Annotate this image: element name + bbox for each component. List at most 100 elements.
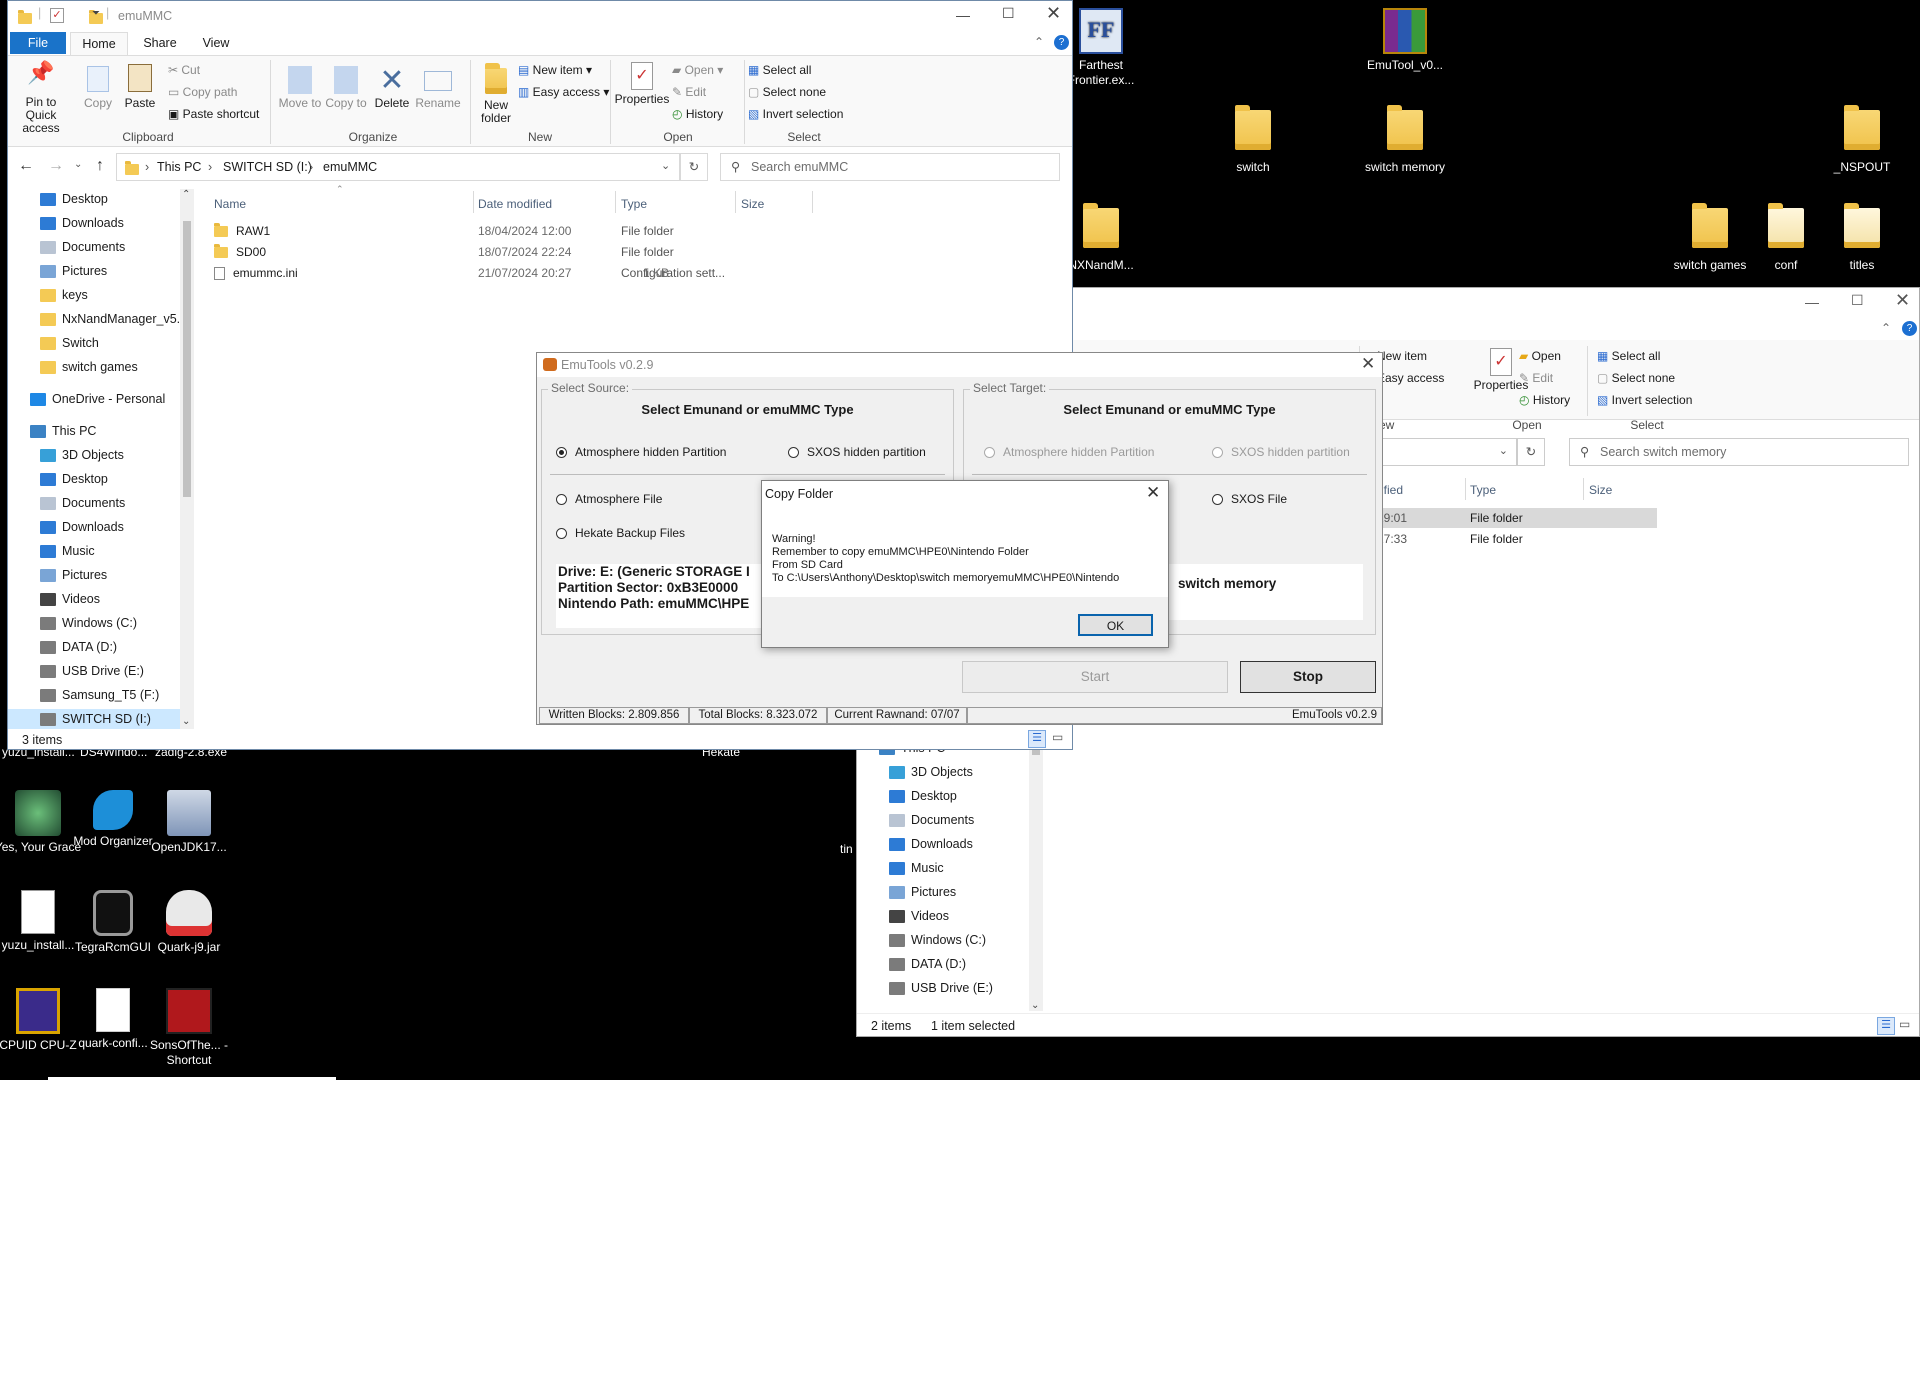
- navigation-pane[interactable]: This PC3D ObjectsDesktopDocumentsDownloa…: [857, 737, 1043, 1011]
- maximize-icon[interactable]: ☐: [1002, 5, 1015, 22]
- help-icon[interactable]: ?: [1054, 35, 1069, 50]
- sidebar-item[interactable]: Windows (C:): [40, 613, 137, 633]
- sidebar-item[interactable]: switch games: [40, 357, 138, 377]
- copy-to-button[interactable]: Copy to: [324, 66, 368, 110]
- search-input[interactable]: ⚲ Search switch memory: [1569, 438, 1909, 466]
- desktop-icon-sons-forest[interactable]: SonsOfThe... - Shortcut: [141, 988, 237, 1068]
- tab-file[interactable]: File: [10, 32, 66, 54]
- desktop-icon-quark-jar[interactable]: Quark-j9.jar: [141, 890, 237, 955]
- column-header-size[interactable]: Size: [1589, 483, 1612, 497]
- tab-view[interactable]: View: [192, 32, 240, 54]
- details-view-icon[interactable]: ☰: [1877, 1017, 1895, 1035]
- sidebar-item[interactable]: Videos: [40, 589, 100, 609]
- edit-button[interactable]: ✎ Edit: [672, 84, 706, 100]
- sidebar-item[interactable]: Downloads: [889, 834, 973, 854]
- sidebar-item[interactable]: 3D Objects: [40, 445, 124, 465]
- sidebar-item[interactable]: Pictures📌: [40, 261, 107, 281]
- select-all-button[interactable]: ▦ Select all: [1597, 348, 1660, 364]
- sidebar-item[interactable]: This PC: [30, 421, 96, 441]
- maximize-icon[interactable]: ☐: [1851, 292, 1864, 309]
- table-row[interactable]: 17:33 File folder: [1377, 529, 1657, 549]
- scrollbar-thumb[interactable]: [183, 221, 191, 497]
- copy-folder-dialog[interactable]: Copy Folder ✕ Warning! Remember to copy …: [761, 480, 1169, 648]
- sidebar-item[interactable]: DATA (D:): [889, 954, 966, 974]
- radio-unselected[interactable]: [1212, 494, 1223, 506]
- breadcrumb-switch-sd[interactable]: SWITCH SD (I:): [223, 160, 312, 174]
- sidebar-item[interactable]: Samsung_T5 (F:): [40, 685, 159, 705]
- sidebar-item[interactable]: NxNandManager_v5.2: [40, 309, 187, 329]
- column-header-type[interactable]: Type: [621, 197, 647, 211]
- new-folder-button[interactable]: New folder: [474, 62, 518, 125]
- new-item-button[interactable]: ▤ New item ▾: [518, 62, 592, 78]
- titlebar[interactable]: | ✓ ⏷ | emuMMC — ☐ ✕: [8, 1, 1072, 31]
- edit-button[interactable]: ✎ Edit: [1519, 370, 1553, 386]
- sidebar-item[interactable]: keys: [40, 285, 88, 305]
- chevron-up-icon[interactable]: ⌃: [1034, 35, 1044, 49]
- navigation-pane[interactable]: Desktop📌 Downloads📌 Documents📌 Pictures📌 key…: [8, 189, 194, 729]
- source-radio-atmosphere-partition[interactable]: Atmosphere hidden Partition: [556, 445, 726, 459]
- sidebar-item[interactable]: OneDrive - Personal: [30, 389, 165, 409]
- close-icon[interactable]: ✕: [1046, 3, 1061, 24]
- details-view-icon[interactable]: ☰: [1028, 730, 1046, 748]
- ok-button[interactable]: OK: [1078, 614, 1153, 636]
- cut-button[interactable]: ✂ Cut: [168, 62, 200, 78]
- history-button[interactable]: ◴ History: [1519, 392, 1570, 408]
- paste-button[interactable]: Paste: [120, 64, 160, 110]
- up-arrow-icon[interactable]: ↑: [96, 157, 104, 175]
- breadcrumb-this-pc[interactable]: This PC: [157, 160, 201, 174]
- select-none-button[interactable]: ▢ Select none: [1597, 370, 1675, 386]
- paste-shortcut-button[interactable]: ▣ Paste shortcut: [168, 106, 259, 122]
- open-button[interactable]: ▰ Open ▾: [672, 62, 723, 78]
- new-item-button[interactable]: New item: [1377, 348, 1427, 364]
- column-header-date[interactable]: ified: [1381, 483, 1403, 497]
- forward-arrow-icon[interactable]: →: [48, 157, 64, 175]
- large-icons-view-icon[interactable]: ▭: [1899, 1017, 1910, 1031]
- breadcrumb-emummc[interactable]: emuMMC: [323, 160, 377, 174]
- scroll-up-icon[interactable]: ⌃: [182, 189, 190, 200]
- search-input[interactable]: ⚲ Search emuMMC: [720, 153, 1060, 181]
- table-row[interactable]: RAW1 18/04/2024 12:00 File folder: [214, 221, 834, 241]
- desktop-icon-switch-memory[interactable]: switch memory: [1357, 105, 1453, 175]
- desktop-icon-nspout[interactable]: _NSPOUT: [1814, 105, 1910, 175]
- sidebar-item[interactable]: SWITCH SD (I:): [8, 709, 180, 729]
- sidebar-item[interactable]: Pictures: [40, 565, 107, 585]
- sidebar-item[interactable]: USB Drive (E:): [40, 661, 144, 681]
- table-row[interactable]: emummc.ini 21/07/2024 20:27 Configuration …: [214, 263, 834, 283]
- sidebar-item[interactable]: Videos: [889, 906, 949, 926]
- sidebar-item[interactable]: USB Drive (E:): [889, 978, 993, 998]
- sidebar-item[interactable]: Documents📌: [40, 237, 125, 257]
- pin-to-quick-access-button[interactable]: 📌 Pin to Quick access: [12, 62, 70, 135]
- scroll-down-icon[interactable]: ⌄: [1031, 1000, 1039, 1011]
- properties-button[interactable]: ✓ Properties: [612, 62, 672, 106]
- scrollbar[interactable]: ⌄: [1029, 737, 1043, 1011]
- recent-locations-icon[interactable]: ⌄: [74, 159, 82, 170]
- table-row[interactable]: 19:01 File folder: [1377, 508, 1657, 528]
- chevron-down-icon[interactable]: ⌄: [1499, 444, 1508, 457]
- sidebar-item[interactable]: Downloads: [40, 517, 124, 537]
- sidebar-item[interactable]: Documents: [889, 810, 974, 830]
- invert-selection-button[interactable]: ▧ Invert selection: [748, 106, 843, 122]
- source-radio-hekate-backup[interactable]: Hekate Backup Files: [556, 526, 685, 540]
- target-radio-sxos-file[interactable]: SXOS File: [1212, 492, 1287, 506]
- move-to-button[interactable]: Move to: [278, 66, 322, 110]
- column-header-name[interactable]: Name: [214, 197, 246, 211]
- delete-button[interactable]: ✕ Delete: [370, 66, 414, 110]
- target-radio-sxos-partition[interactable]: SXOS hidden partition: [1212, 445, 1350, 459]
- desktop-icon-switch[interactable]: switch: [1205, 105, 1301, 175]
- close-icon[interactable]: ✕: [1895, 290, 1910, 311]
- desktop-icon-emutool-archive[interactable]: EmuTool_v0...: [1357, 8, 1453, 73]
- desktop-icon-openjdk[interactable]: OpenJDK17...: [141, 790, 237, 855]
- scroll-down-icon[interactable]: ⌄: [182, 716, 190, 727]
- table-row[interactable]: SD00 18/07/2024 22:24 File folder: [214, 242, 834, 262]
- sidebar-item[interactable]: Pictures: [889, 882, 956, 902]
- radio-unselected[interactable]: [556, 494, 567, 506]
- start-button[interactable]: Start: [962, 661, 1228, 693]
- column-header-type[interactable]: Type: [1470, 483, 1496, 497]
- source-radio-atmosphere-file[interactable]: Atmosphere File: [556, 492, 662, 506]
- sidebar-item[interactable]: Music: [40, 541, 95, 561]
- close-icon[interactable]: ✕: [1146, 483, 1160, 503]
- radio-disabled[interactable]: [984, 447, 995, 459]
- refresh-button[interactable]: ↻: [1517, 438, 1545, 466]
- radio-disabled[interactable]: [1212, 447, 1223, 459]
- history-button[interactable]: ◴ History: [672, 106, 723, 122]
